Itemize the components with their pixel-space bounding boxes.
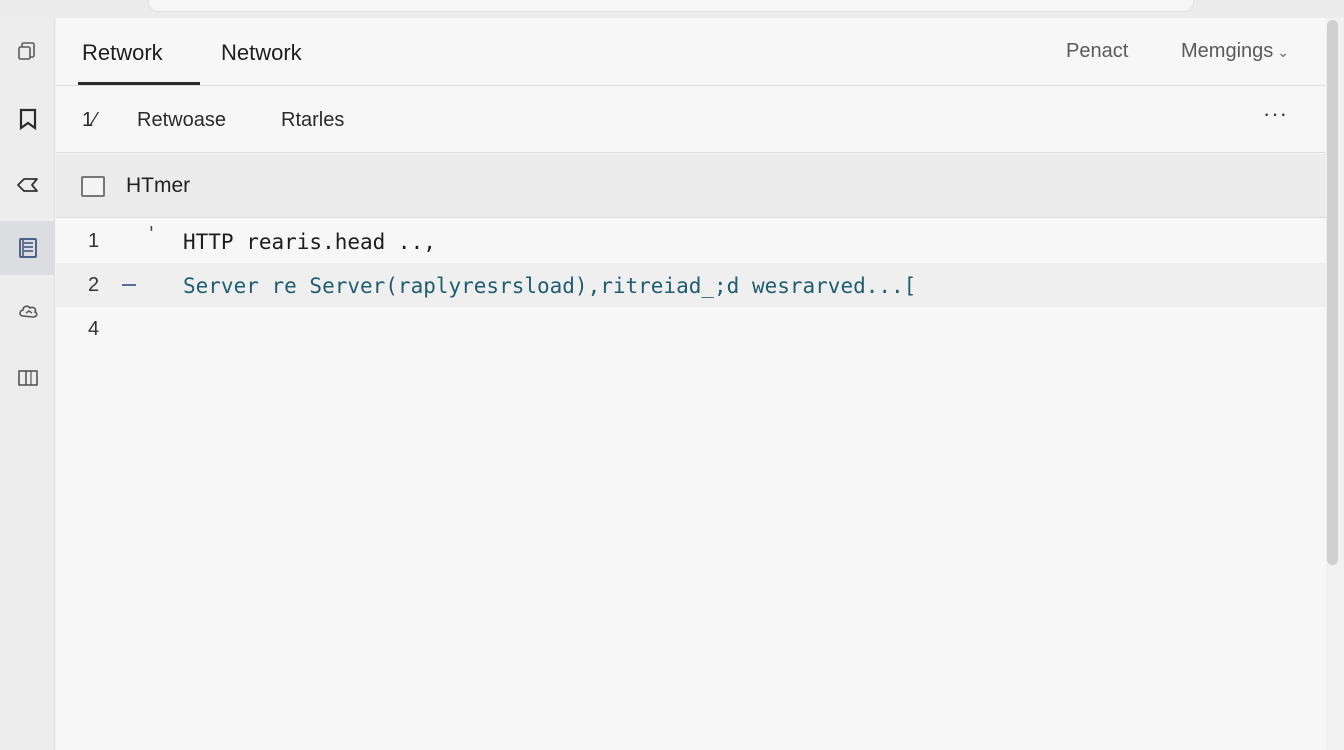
code-line[interactable]: 1 ' HTTP rearis.head .., [56, 219, 1326, 263]
code-line[interactable]: 4 [56, 307, 1326, 351]
section-header: HTmer [56, 154, 1326, 218]
bookmark-icon [19, 108, 36, 131]
select-all-checkbox[interactable] [81, 176, 105, 197]
tab-bar: Retwork Network Penact Memgings ⌄ [56, 18, 1326, 86]
code-text: HTTP rearis.head .., [183, 230, 436, 254]
section-title: HTmer [126, 174, 191, 197]
sidebar-item-panel[interactable] [0, 351, 55, 405]
cloud-icon [18, 305, 38, 318]
tab-network[interactable]: Network [221, 40, 302, 66]
toolbar-item-retwoase[interactable]: Retwoase [137, 109, 226, 132]
sidebar-item-bookmark[interactable] [0, 92, 55, 146]
main-panel: Retwork Network Penact Memgings ⌄ 1⁄ Retw… [56, 18, 1326, 750]
sidebar-item-cloud[interactable] [0, 284, 55, 338]
scrollbar-thumb[interactable] [1327, 20, 1338, 565]
tab-retwork[interactable]: Retwork [82, 40, 163, 66]
sidebar [0, 18, 55, 750]
gutter-mark: ' [146, 223, 157, 244]
active-tab-indicator [78, 82, 200, 85]
toolbar-item-1[interactable]: 1⁄ [82, 109, 96, 132]
panel-icon [17, 370, 38, 386]
sidebar-item-tag[interactable] [0, 158, 55, 212]
code-text: Server re Server(raplyresrsload),ritreia… [183, 274, 917, 298]
memgings-dropdown[interactable]: Memgings ⌄ [1181, 40, 1289, 63]
toolbar: 1⁄ Retwoase Rtarles ··· [56, 87, 1326, 153]
more-options-button[interactable]: ··· [1263, 101, 1288, 127]
address-bar[interactable] [148, 0, 1194, 12]
sidebar-item-list[interactable] [0, 221, 55, 275]
list-icon [18, 238, 37, 258]
chevron-down-icon: ⌄ [1277, 44, 1289, 60]
penact-link[interactable]: Penact [1066, 40, 1128, 63]
browser-top-bar [0, 0, 1344, 18]
gutter-dash [122, 284, 136, 286]
toolbar-item-rtarles[interactable]: Rtarles [281, 109, 344, 132]
line-number: 4 [88, 318, 100, 340]
sidebar-item-copy[interactable] [0, 24, 55, 78]
memgings-dropdown-label: Memgings [1181, 40, 1274, 62]
copy-icon [17, 42, 35, 60]
line-number: 1 [88, 230, 100, 252]
line-number: 2 [88, 274, 100, 296]
tag-icon [16, 178, 38, 192]
code-line[interactable]: 2 Server re Server(raplyresrsload),ritre… [56, 263, 1326, 307]
